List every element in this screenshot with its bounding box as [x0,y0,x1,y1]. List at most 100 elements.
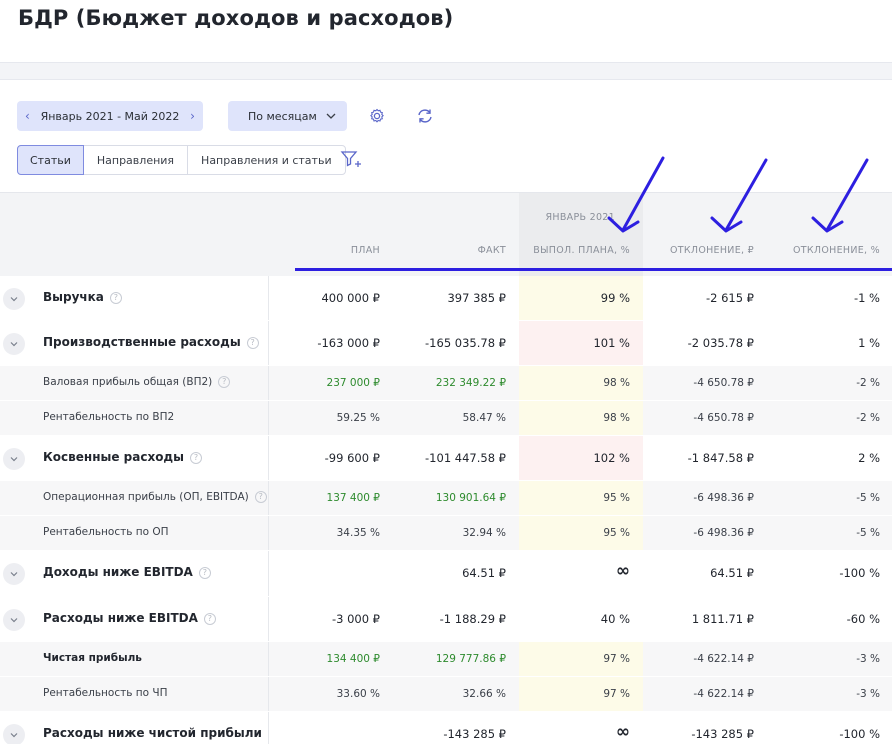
gear-icon[interactable] [368,107,386,125]
row-label-text: Косвенные расходы [43,450,184,464]
cell-completion: ∞ [615,561,630,581]
table-row: Операционная прибыль (ОП, EBITDA)? 137 4… [0,481,892,516]
period-label: Январь 2021 - Май 2022 [40,109,180,123]
cell-completion: 101 % [593,336,630,350]
header-divider [0,62,892,80]
cell-fact: 232 349.22 ₽ [435,377,506,389]
row-label-text: Операционная прибыль (ОП, EBITDA) [43,491,249,503]
table-row: Рентабельность по ОП 34.35 % 32.94 % 95 … [0,516,892,551]
month-header: ЯНВАРЬ 2021 [545,212,615,223]
expand-icon[interactable] [3,724,25,744]
tab-articles[interactable]: Статьи [17,145,84,175]
row-label: Рентабельность по ОП [43,526,169,538]
help-icon[interactable]: ? [246,337,259,349]
view-mode-tabs: Статьи Направления Направления и статьи [17,145,346,175]
cell-plan: 134 400 ₽ [326,653,380,665]
expand-icon[interactable] [3,563,25,585]
cell-fact: 32.66 % [462,688,506,700]
cell-deviation-pct: -3 % [856,653,880,665]
row-label: Выручка? [43,290,122,304]
row-label: Валовая прибыль общая (ВП2)? [43,376,231,388]
table-row: Рентабельность по ВП2 59.25 % 58.47 % 98… [0,401,892,436]
row-label-text: Выручка [43,290,104,304]
row-label: Рентабельность по ЧП [43,687,167,699]
cell-deviation-pct: -100 % [839,566,880,580]
column-header-fact[interactable]: ФАКТ [478,245,506,256]
table-row: Расходы ниже EBITDA? -3 000 ₽ -1 188.29 … [0,597,892,642]
cell-deviation-rub: -6 498.36 ₽ [693,527,754,539]
cell-fact: 129 777.86 ₽ [435,653,506,665]
cell-deviation-rub: -2 615 ₽ [705,291,754,305]
column-divider [268,366,269,400]
cell-completion: 40 % [600,612,630,626]
cell-deviation-pct: -2 % [856,377,880,389]
cell-deviation-pct: 1 % [858,336,880,350]
row-label-text: Рентабельность по ЧП [43,687,168,699]
table-header [0,192,892,276]
expand-icon[interactable] [3,288,25,310]
cell-deviation-pct: 2 % [858,451,880,465]
row-label: Расходы ниже чистой прибыли [43,726,262,740]
cell-plan: 59.25 % [336,412,380,424]
cell-deviation-rub: 1 811.71 ₽ [691,612,754,626]
refresh-icon[interactable] [415,106,435,126]
column-divider [268,481,269,515]
help-icon[interactable]: ? [254,491,267,503]
annotation-underline [295,268,892,271]
filter-add-icon[interactable] [340,149,364,169]
column-divider [268,276,269,320]
help-icon[interactable]: ? [198,567,211,579]
row-label-text: Расходы ниже чистой прибыли [43,726,262,740]
table-row: Доходы ниже EBITDA? 64.51 ₽ ∞ 64.51 ₽ -1… [0,551,892,597]
grouping-label: По месяцам [248,109,317,123]
help-icon[interactable]: ? [109,292,122,304]
tab-directions[interactable]: Направления [84,146,189,174]
cell-deviation-pct: -1 % [853,291,880,305]
column-header-completion[interactable]: ВЫПОЛ. ПЛАНА, % [533,245,630,256]
grouping-select[interactable]: По месяцам [228,101,347,131]
cell-plan: 137 400 ₽ [326,492,380,504]
row-label: Рентабельность по ВП2 [43,411,174,423]
row-label-text: Доходы ниже EBITDA [43,565,193,579]
cell-plan: 33.60 % [336,688,380,700]
help-icon[interactable]: ? [189,452,202,464]
column-divider [268,597,269,641]
cell-fact: -143 285 ₽ [443,727,506,741]
cell-fact: -165 035.78 ₽ [425,336,506,350]
cell-fact: 64.51 ₽ [462,566,506,580]
cell-fact: -101 447.58 ₽ [425,451,506,465]
row-label: Чистая прибыль [43,652,142,664]
table-row: Производственные расходы? -163 000 ₽ -16… [0,321,892,366]
tab-directions-and-articles[interactable]: Направления и статьи [188,146,345,174]
column-divider [268,551,269,596]
column-header-deviation-pct[interactable]: ОТКЛОНЕНИЕ, % [793,245,880,256]
cell-plan: 400 000 ₽ [321,291,380,305]
expand-icon[interactable] [3,609,25,631]
column-header-deviation-rub[interactable]: ОТКЛОНЕНИЕ, ₽ [670,245,754,256]
row-label: Операционная прибыль (ОП, EBITDA)? [43,491,267,503]
row-label: Доходы ниже EBITDA? [43,565,211,579]
chevron-left-icon[interactable]: ‹ [25,109,30,123]
column-divider [268,712,269,744]
cell-completion: 97 % [603,688,630,700]
cell-completion: 102 % [593,451,630,465]
table-row: Выручка? 400 000 ₽ 397 385 ₽ 99 % -2 615… [0,276,892,321]
row-label: Косвенные расходы? [43,450,202,464]
cell-deviation-rub: -1 847.58 ₽ [687,451,754,465]
cell-deviation-rub: -4 650.78 ₽ [693,377,754,389]
cell-completion: 98 % [603,412,630,424]
cell-deviation-rub: -4 650.78 ₽ [693,412,754,424]
column-divider [268,436,269,480]
row-label: Расходы ниже EBITDA? [43,611,216,625]
column-header-plan[interactable]: ПЛАН [351,245,380,256]
highlight-column-header [519,193,643,276]
table-row: Расходы ниже чистой прибыли -143 285 ₽ ∞… [0,712,892,744]
expand-icon[interactable] [3,448,25,470]
expand-icon[interactable] [3,333,25,355]
chevron-right-icon[interactable]: › [190,109,195,123]
cell-deviation-rub: -6 498.36 ₽ [693,492,754,504]
period-picker[interactable]: ‹ Январь 2021 - Май 2022 › [17,101,203,131]
table-row: Чистая прибыль 134 400 ₽ 129 777.86 ₽ 97… [0,642,892,677]
help-icon[interactable]: ? [203,613,216,625]
help-icon[interactable]: ? [218,376,231,388]
